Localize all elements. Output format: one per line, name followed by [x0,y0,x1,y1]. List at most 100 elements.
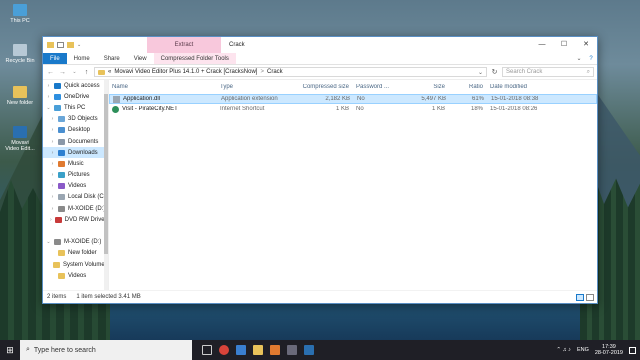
chevron-icon[interactable]: › [50,150,55,156]
large-icons-view-button[interactable] [586,293,594,301]
nav-item-label: Documents [68,138,99,145]
forward-button[interactable]: → [58,69,67,76]
app-icon[interactable] [287,345,297,355]
chevron-icon[interactable]: › [46,83,51,89]
chevron-icon[interactable]: › [50,116,55,122]
nav-item[interactable]: › Desktop [43,125,108,136]
nav-item[interactable]: › Downloads [43,147,108,159]
nav-item[interactable]: › M-XOIDE (D:) [43,203,108,214]
nav-item[interactable]: › DVD RW Drive (E: [43,214,108,225]
chevron-icon[interactable]: › [50,217,52,223]
properties-icon[interactable] [57,42,64,48]
search-input[interactable]: Search Crack [506,69,587,75]
up-button[interactable]: ↑ [82,69,91,76]
back-button[interactable]: ← [46,69,55,76]
column-header-compressed-size[interactable]: Compressed size [293,84,353,90]
nav-item[interactable]: › Videos [43,181,108,192]
column-header-ratio[interactable]: Ratio [449,84,487,90]
refresh-button[interactable]: ↻ [490,68,499,76]
search-box[interactable]: Search Crack ⌕ [502,67,594,77]
navigation-pane[interactable]: › Quick access › OneDrive ⌄ This PC › 3D Object… [43,80,109,290]
recent-locations-button[interactable]: ⌄ [70,69,79,75]
notification-icon[interactable] [629,346,636,354]
media-player-icon[interactable] [270,345,280,355]
address-dropdown[interactable]: ⌄ [478,69,483,76]
clock[interactable]: 17:39 28-07-2019 [595,344,623,357]
nav-item[interactable]: › Documents [43,136,108,147]
tab-share[interactable]: Share [97,53,127,64]
chevron-icon[interactable]: › [46,94,51,100]
file-row[interactable]: Application.dll Application extension 2,… [109,94,597,104]
breadcrumb-segment[interactable]: Movavi Video Editor Plus 14.1.0 + Crack … [114,69,257,75]
minimize-button[interactable]: — [531,37,553,53]
column-header-type[interactable]: Type [217,84,293,90]
nav-scrollbar-thumb[interactable] [104,94,108,254]
new-folder-icon[interactable] [67,42,74,48]
nav-item[interactable]: › OneDrive [43,91,108,102]
chevron-icon[interactable]: › [50,161,55,167]
nav-item[interactable]: System Volume I [43,259,108,270]
column-header-size[interactable]: Size [389,84,449,90]
search-icon: ⌕ [26,346,30,353]
chevron-icon[interactable]: › [50,206,55,212]
tab-compressed-folder-tools[interactable]: Compressed Folder Tools [153,53,236,64]
tray-icons[interactable]: ⌃ ♫ ♪ [556,347,571,353]
file-ratio: 18% [470,106,483,112]
nav-item-icon [58,160,65,167]
column-header-name[interactable]: Name [109,84,217,90]
file-row[interactable]: Visit - PirateCity.NET Internet Shortcut… [109,104,597,114]
qat-dropdown-icon[interactable]: ⌄ [77,42,82,48]
nav-item[interactable]: Videos [43,270,108,281]
chevron-icon[interactable]: › [50,194,55,200]
selection-info: 1 item selected 3.41 MB [76,294,141,300]
nav-item[interactable]: ⌄ This PC [43,102,108,113]
desktop-icon-new-folder[interactable]: New folder [4,86,36,106]
desktop-icon-this-pc[interactable]: This PC [4,4,36,24]
language-indicator[interactable]: ENG [577,347,589,353]
nav-scrollbar[interactable] [104,80,108,290]
address-bar[interactable]: « Movavi Video Editor Plus 14.1.0 + Crac… [94,67,487,77]
nav-item-label: M-XOIDE (D:) [68,205,106,212]
file-type: Internet Shortcut [220,106,265,112]
nav-item[interactable]: › Pictures [43,170,108,181]
column-header-password[interactable]: Password ... [353,84,389,90]
file-explorer-icon[interactable] [253,345,263,355]
details-view-button[interactable] [576,293,584,301]
nav-item[interactable]: › Music [43,158,108,169]
chevron-icon[interactable]: › [50,183,55,189]
nav-item[interactable]: › Quick access [43,80,108,91]
address-row: ← → ⌄ ↑ « Movavi Video Editor Plus 14.1.… [43,65,597,80]
help-button[interactable]: ? [585,53,597,64]
tab-file[interactable]: File [43,53,67,64]
taskbar-search-input[interactable]: Type here to search [34,347,96,354]
nav-item-icon [54,82,61,89]
chevron-icon[interactable]: › [50,127,55,133]
nav-item[interactable]: ⌄ M-XOIDE (D:) [43,237,108,248]
column-header-date-modified[interactable]: Date modified [487,84,559,90]
system-tray: ⌃ ♫ ♪ ENG 17:39 28-07-2019 [556,344,640,357]
nav-item[interactable]: › 3D Objects [43,114,108,125]
nav-item[interactable]: New folder [43,248,108,259]
taskbar-search[interactable]: ⌕ Type here to search [20,340,192,360]
nav-item-label: Quick access [64,82,100,89]
tab-home[interactable]: Home [67,53,97,64]
tab-view[interactable]: View [127,53,154,64]
ribbon-expand-button[interactable]: ⌄ [573,53,585,64]
desktop-icon-movavi[interactable]: Movavi Video Edit... [4,126,36,152]
chevron-icon[interactable]: › [50,172,55,178]
start-button[interactable]: ⊞ [0,345,20,356]
movavi-icon[interactable] [304,345,314,355]
breadcrumb-separator[interactable]: > [260,69,264,75]
chevron-icon[interactable]: ⌄ [46,239,51,245]
desktop-icon-recycle-bin[interactable]: Recycle Bin [4,44,36,64]
chevron-icon[interactable]: › [50,139,55,145]
task-view-icon[interactable] [202,345,212,355]
close-button[interactable]: ✕ [575,37,597,53]
chevron-icon[interactable]: ⌄ [46,105,51,111]
address-overflow[interactable]: « [108,69,111,75]
chrome-icon[interactable] [219,345,229,355]
nav-item[interactable]: › Local Disk (C:) [43,192,108,203]
store-icon[interactable] [236,345,246,355]
maximize-button[interactable]: ☐ [553,37,575,53]
breadcrumb-segment[interactable]: Crack [267,69,283,75]
